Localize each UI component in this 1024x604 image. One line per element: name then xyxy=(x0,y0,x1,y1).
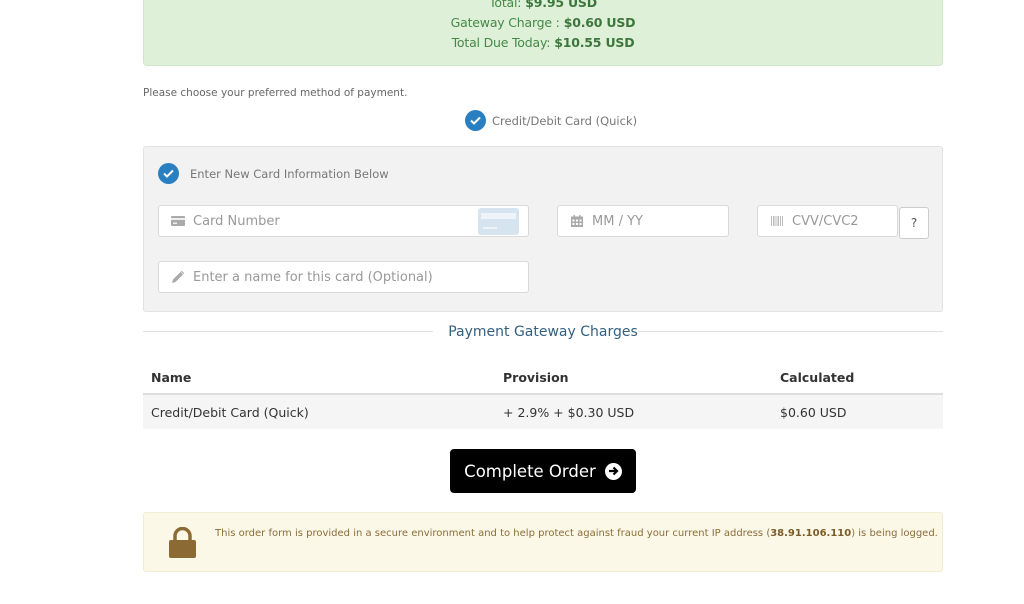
barcode-icon xyxy=(770,216,784,226)
total-label: Total: xyxy=(489,0,522,10)
payment-method-label: Credit/Debit Card (Quick) xyxy=(492,113,638,128)
new-card-option[interactable]: Enter New Card Information Below xyxy=(158,163,389,184)
total-value: $9.95 USD xyxy=(525,0,597,10)
gateway-charges-table: Name Provision Calculated Credit/Debit C… xyxy=(143,361,943,429)
payment-method-option[interactable]: Credit/Debit Card (Quick) xyxy=(465,110,637,131)
lock-icon xyxy=(169,526,196,562)
column-header-name: Name xyxy=(151,369,192,385)
card-number-placeholder: Card Number xyxy=(193,213,280,229)
cvv-input[interactable]: CVV/CVC2 xyxy=(757,205,898,237)
card-type-icon xyxy=(478,208,519,235)
pencil-icon xyxy=(171,271,185,283)
card-name-input[interactable]: Enter a name for this card (Optional) xyxy=(158,261,529,293)
notice-text-start: This order form is provided in a secure … xyxy=(215,528,771,539)
gateway-charge-label: Gateway Charge : xyxy=(450,15,560,30)
notice-text-end: ) is being logged. xyxy=(851,528,938,539)
divider xyxy=(638,331,943,332)
complete-order-button[interactable]: Complete Order xyxy=(450,449,636,493)
card-name-placeholder: Enter a name for this card (Optional) xyxy=(193,269,433,285)
card-number-input[interactable]: Card Number xyxy=(158,205,529,237)
checked-radio-icon[interactable] xyxy=(465,110,486,131)
expiry-date-input[interactable]: MM / YY xyxy=(557,205,729,237)
card-info-panel: Enter New Card Information Below Card Nu… xyxy=(143,146,943,312)
complete-order-label: Complete Order xyxy=(464,461,596,481)
column-header-calculated: Calculated xyxy=(780,369,855,385)
ip-address: 38.91.106.110 xyxy=(770,528,852,539)
cvv-help-button[interactable]: ? xyxy=(899,207,929,239)
calendar-icon xyxy=(570,215,584,227)
gateway-charges-header: Payment Gateway Charges xyxy=(143,321,943,343)
cell-calculated: $0.60 USD xyxy=(780,404,847,420)
expiry-placeholder: MM / YY xyxy=(592,213,643,229)
column-header-provision: Provision xyxy=(503,369,569,385)
summary-total: Total: $9.95 USD xyxy=(144,0,942,13)
credit-card-icon xyxy=(171,216,185,226)
summary-total-due: Total Due Today: $10.55 USD xyxy=(144,33,942,53)
table-header-row: Name Provision Calculated xyxy=(143,361,943,395)
summary-gateway-charge: Gateway Charge : $0.60 USD xyxy=(144,13,942,33)
order-summary-box: Total: $9.95 USD Gateway Charge : $0.60 US… xyxy=(143,0,943,66)
table-row: Credit/Debit Card (Quick) + 2.9% + $0.30… xyxy=(143,395,943,429)
security-notice-text: This order form is provided in a secure … xyxy=(215,528,938,539)
total-due-value: $10.55 USD xyxy=(554,35,635,50)
gateway-charge-value: $0.60 USD xyxy=(563,15,636,30)
cvv-placeholder: CVV/CVC2 xyxy=(792,213,859,229)
security-notice: This order form is provided in a secure … xyxy=(143,512,943,572)
new-card-label: Enter New Card Information Below xyxy=(190,166,389,181)
checked-radio-icon[interactable] xyxy=(158,163,179,184)
cell-name: Credit/Debit Card (Quick) xyxy=(151,404,309,420)
cell-provision: + 2.9% + $0.30 USD xyxy=(503,404,635,420)
gateway-charges-title: Payment Gateway Charges xyxy=(448,324,638,340)
payment-method-prompt: Please choose your preferred method of p… xyxy=(143,87,408,99)
arrow-circle-right-icon xyxy=(604,462,622,480)
total-due-label: Total Due Today: xyxy=(451,35,551,50)
